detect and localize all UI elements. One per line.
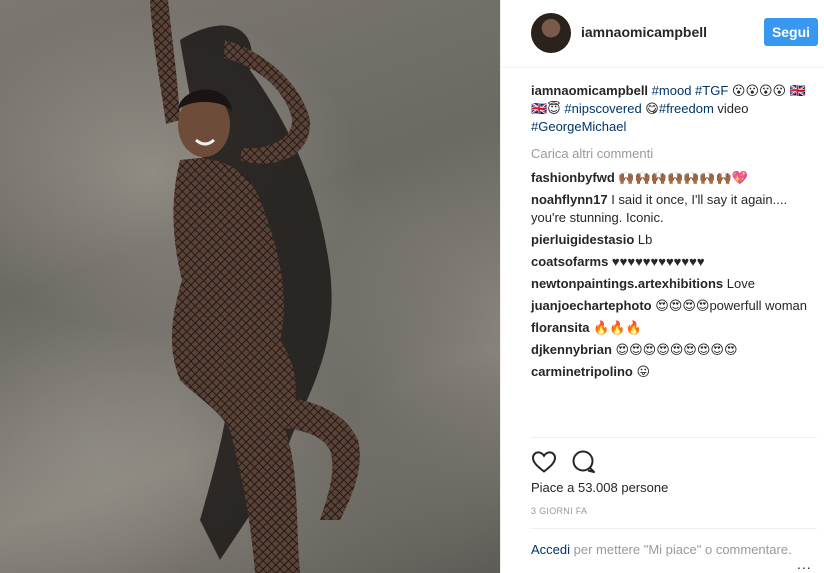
header-username[interactable]: iamnaomicampbell: [581, 24, 707, 40]
comment-text: 🙌🏾🙌🏾🙌🏾🙌🏾🙌🏾🙌🏾🙌🏾💖: [614, 170, 748, 185]
post-actions: [531, 437, 817, 478]
load-more-comments[interactable]: Carica altri commenti: [531, 145, 816, 163]
post-sidebar: iamnaomicampbell Segui iamnaomicampbell …: [500, 0, 824, 573]
avatar[interactable]: [531, 13, 571, 53]
hashtag-mood[interactable]: #mood: [652, 83, 692, 98]
login-prompt-text: per mettere "Mi piace" o commentare.: [570, 542, 792, 557]
comment-text: Love: [723, 276, 755, 291]
caption-emoji-3: 😋: [641, 101, 659, 116]
likes-count[interactable]: Piace a 53.008 persone: [531, 480, 668, 495]
hashtag-georgemichael[interactable]: #GeorgeMichael: [531, 119, 626, 134]
caption-username[interactable]: iamnaomicampbell: [531, 83, 648, 98]
heart-icon[interactable]: [531, 450, 557, 479]
comment-item: carminetripolino 😛: [531, 363, 816, 381]
post-image[interactable]: [0, 0, 500, 573]
comment-item: floransita 🔥🔥🔥: [531, 319, 816, 337]
comment-username[interactable]: coatsofarms: [531, 254, 608, 269]
comment-username[interactable]: juanjoechartephoto: [531, 298, 652, 313]
comment-item: juanjoechartephoto 😍😍😍😍powerfull woman: [531, 297, 816, 315]
caption-text: video: [713, 101, 749, 116]
comment-text: 😍😍😍😍😍😍😍😍😍: [611, 342, 738, 357]
post-caption: iamnaomicampbell #mood #TGF 😮😮😮😮 🇬🇧🇬🇧😇 #…: [531, 82, 816, 136]
comments-list: iamnaomicampbell #mood #TGF 😮😮😮😮 🇬🇧🇬🇧😇 #…: [531, 82, 816, 385]
login-link[interactable]: Accedi: [531, 542, 570, 557]
post-timestamp: 3 GIORNI FA: [531, 506, 588, 516]
caption-emoji-1: 😮😮😮😮: [728, 83, 787, 98]
comment-item: noahflynn17 I said it once, I'll say it …: [531, 191, 816, 227]
hashtag-nipscovered[interactable]: #nipscovered: [564, 101, 641, 116]
comment-username[interactable]: newtonpaintings.artexhibitions: [531, 276, 723, 291]
hashtag-freedom[interactable]: #freedom: [659, 101, 714, 116]
comment-username[interactable]: floransita: [531, 320, 590, 335]
comment-username[interactable]: noahflynn17: [531, 192, 608, 207]
login-prompt: Accedi per mettere "Mi piace" o commenta…: [531, 528, 817, 559]
comment-username[interactable]: djkennybrian: [531, 342, 612, 357]
hashtag-tgf[interactable]: #TGF: [695, 83, 728, 98]
follow-button[interactable]: Segui: [764, 18, 818, 46]
post-header: iamnaomicampbell Segui: [501, 0, 824, 68]
comment-text: 😍😍😍😍powerfull woman: [651, 298, 807, 313]
comment-text: ♥♥♥♥♥♥♥♥♥♥♥♥: [608, 254, 705, 269]
photo-illustration: [150, 0, 360, 573]
comment-item: newtonpaintings.artexhibitions Love: [531, 275, 816, 293]
more-options-icon[interactable]: ...: [797, 556, 812, 572]
comment-item: pierluigidestasio Lb: [531, 231, 816, 249]
comment-username[interactable]: pierluigidestasio: [531, 232, 634, 247]
comment-icon[interactable]: [571, 450, 597, 479]
comment-item: fashionbyfwd 🙌🏾🙌🏾🙌🏾🙌🏾🙌🏾🙌🏾🙌🏾💖: [531, 169, 816, 187]
comment-username[interactable]: fashionbyfwd: [531, 170, 615, 185]
comment-text: Lb: [634, 232, 653, 247]
comment-text: 🔥🔥🔥: [589, 320, 642, 335]
comment-username[interactable]: carminetripolino: [531, 364, 633, 379]
comment-item: djkennybrian 😍😍😍😍😍😍😍😍😍: [531, 341, 816, 359]
comment-text: 😛: [632, 364, 651, 379]
comment-item: coatsofarms ♥♥♥♥♥♥♥♥♥♥♥♥: [531, 253, 816, 271]
